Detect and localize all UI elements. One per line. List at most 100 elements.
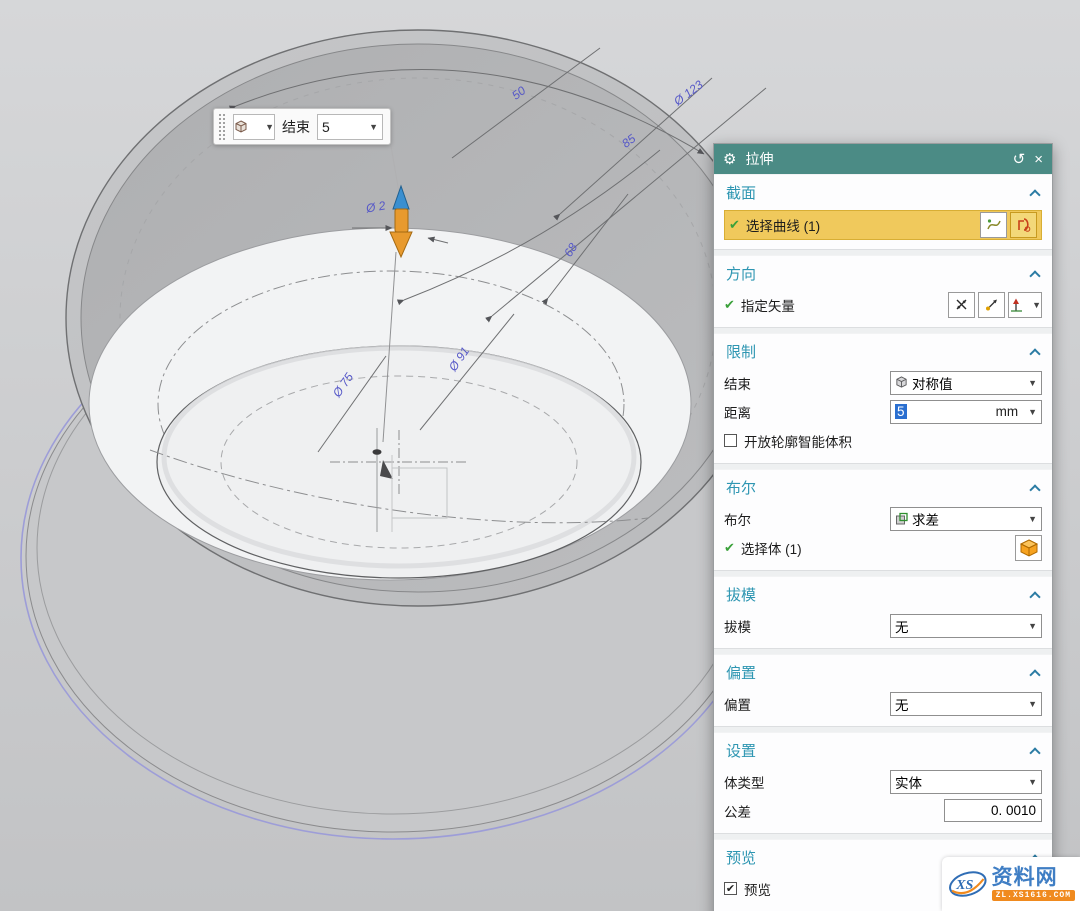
reverse-direction-button[interactable]: [948, 292, 975, 318]
settings-group-title: 设置: [726, 740, 756, 761]
gear-icon: ⚙: [723, 150, 736, 168]
open-profile-label: 开放轮廓智能体积: [744, 431, 852, 451]
distance-input[interactable]: 5 mm ▼: [890, 400, 1042, 424]
sketch-icon: [1015, 216, 1033, 234]
direction-group: 方向 ✔ 指定矢量: [714, 255, 1052, 328]
dropdown-arrow-icon: ▼: [1028, 378, 1037, 388]
extrude-dialog: ⚙ 拉伸 ↺ × 截面 ✔ 选择曲线 (1): [713, 143, 1053, 911]
toolbar-drag-handle[interactable]: [218, 113, 226, 140]
end-extent-dropdown[interactable]: 对称值 ▼: [890, 371, 1042, 395]
end-extent-option-button[interactable]: ▼: [233, 114, 275, 140]
dropdown-arrow-icon: ▼: [1028, 621, 1037, 631]
offset-group-header[interactable]: 偏置: [724, 655, 1042, 688]
application-window: 50 Ø 123 85 68 Ø 2 Ø 91 Ø 75 ▼ 结束 5 ▼ ⚙ …: [0, 0, 1080, 911]
svg-text:XS: XS: [955, 877, 973, 893]
collapse-chevron-icon[interactable]: [1030, 270, 1040, 278]
watermark: XS 资料网 ZL.XS1616.COM: [942, 857, 1080, 911]
select-curve-row[interactable]: ✔ 选择曲线 (1): [724, 210, 1042, 240]
draft-group: 拔模 拔模 无 ▼: [714, 576, 1052, 649]
specify-vector-label: 指定矢量: [741, 295, 795, 315]
dropdown-arrow-icon: ▼: [1028, 514, 1037, 524]
settings-group: 设置 体类型 实体 ▼ 公差 0. 0010: [714, 732, 1052, 834]
onscreen-input-toolbar: ▼ 结束 5 ▼: [213, 108, 391, 145]
vector-dialog-button[interactable]: [978, 292, 1005, 318]
end-distance-combo[interactable]: 5 ▼: [317, 114, 383, 140]
select-curve-label: 选择曲线 (1): [746, 215, 820, 235]
dropdown-arrow-icon: ▼: [265, 122, 274, 132]
dropdown-arrow-icon: ▼: [1028, 407, 1037, 417]
body-type-value: 实体: [895, 772, 922, 792]
draft-dropdown[interactable]: 无 ▼: [890, 614, 1042, 638]
check-icon: ✔: [724, 297, 735, 313]
tolerance-input[interactable]: 0. 0010: [944, 799, 1042, 822]
collapse-chevron-icon[interactable]: [1030, 747, 1040, 755]
cube-icon: [234, 120, 248, 134]
draft-field-label: 拔模: [724, 616, 751, 636]
limits-group: 限制 结束 对称值 ▼ 距离 5 mm ▼: [714, 333, 1052, 464]
direction-group-header[interactable]: 方向: [724, 256, 1042, 289]
boolean-group: 布尔 布尔 求差 ▼ ✔ 选择体 (1): [714, 469, 1052, 571]
watermark-site-url: ZL.XS1616.COM: [992, 890, 1075, 901]
inferred-vector-button[interactable]: ▼: [1008, 292, 1042, 318]
collapse-chevron-icon[interactable]: [1030, 348, 1040, 356]
collapse-chevron-icon[interactable]: [1030, 484, 1040, 492]
curve-rule-button[interactable]: [980, 212, 1007, 238]
open-profile-row[interactable]: 开放轮廓智能体积: [724, 427, 1042, 454]
end-label: 结束: [282, 117, 310, 137]
limits-group-title: 限制: [726, 341, 756, 362]
vector-constructor-icon: [984, 297, 999, 312]
boolean-value: 求差: [912, 509, 939, 529]
boolean-dropdown[interactable]: 求差 ▼: [890, 507, 1042, 531]
boolean-group-header[interactable]: 布尔: [724, 470, 1042, 503]
direction-group-title: 方向: [726, 263, 756, 284]
distance-unit: mm: [996, 404, 1019, 419]
section-group-title: 截面: [726, 182, 756, 203]
offset-field-label: 偏置: [724, 694, 751, 714]
crossed-arrows-icon: [954, 297, 969, 312]
select-body-button[interactable]: [1015, 535, 1042, 561]
check-icon: ✔: [724, 540, 735, 556]
offset-dropdown[interactable]: 无 ▼: [890, 692, 1042, 716]
offset-group: 偏置 偏置 无 ▼: [714, 654, 1052, 727]
open-profile-checkbox[interactable]: [724, 434, 737, 447]
preview-checkbox[interactable]: ✔: [724, 882, 737, 895]
subtract-icon: [895, 512, 908, 525]
sketch-section-button[interactable]: [1010, 212, 1037, 238]
preview-group-title: 预览: [726, 847, 756, 868]
collapse-chevron-icon[interactable]: [1030, 591, 1040, 599]
preview-label: 预览: [744, 879, 771, 899]
dialog-title: 拉伸: [745, 149, 773, 169]
reset-icon[interactable]: ↺: [1013, 150, 1026, 168]
end-distance-value: 5: [322, 119, 330, 135]
distance-field-label: 距离: [724, 402, 751, 422]
body-type-dropdown[interactable]: 实体 ▼: [890, 770, 1042, 794]
draft-group-header[interactable]: 拔模: [724, 577, 1042, 610]
dropdown-arrow-icon: ▼: [1028, 699, 1037, 709]
dropdown-arrow-icon: ▼: [1028, 777, 1037, 787]
offset-group-title: 偏置: [726, 662, 756, 683]
tolerance-label: 公差: [724, 801, 751, 821]
dropdown-arrow-icon: ▼: [369, 122, 378, 132]
check-icon: ✔: [729, 217, 740, 233]
limits-group-header[interactable]: 限制: [724, 334, 1042, 367]
collapse-chevron-icon[interactable]: [1030, 189, 1040, 197]
boolean-group-title: 布尔: [726, 477, 756, 498]
body-type-label: 体类型: [724, 772, 765, 792]
watermark-logo-icon: XS: [947, 862, 989, 906]
collapse-chevron-icon[interactable]: [1030, 669, 1040, 677]
section-group-header[interactable]: 截面: [724, 175, 1042, 208]
section-group: 截面 ✔ 选择曲线 (1): [714, 174, 1052, 250]
draft-value: 无: [895, 616, 909, 636]
close-icon[interactable]: ×: [1034, 151, 1043, 168]
inferred-vector-icon: [1009, 297, 1024, 312]
dialog-title-bar[interactable]: ⚙ 拉伸 ↺ ×: [714, 144, 1052, 174]
symmetric-cube-icon: [895, 376, 908, 389]
boolean-field-label: 布尔: [724, 509, 751, 529]
specify-vector-row: ✔ 指定矢量: [724, 291, 1042, 318]
curve-icon: [986, 217, 1002, 233]
select-body-label: 选择体 (1): [741, 538, 802, 558]
tolerance-value: 0. 0010: [991, 803, 1036, 818]
distance-value-selected: 5: [895, 404, 907, 419]
dropdown-arrow-icon: ▼: [1032, 300, 1041, 310]
settings-group-header[interactable]: 设置: [724, 733, 1042, 766]
